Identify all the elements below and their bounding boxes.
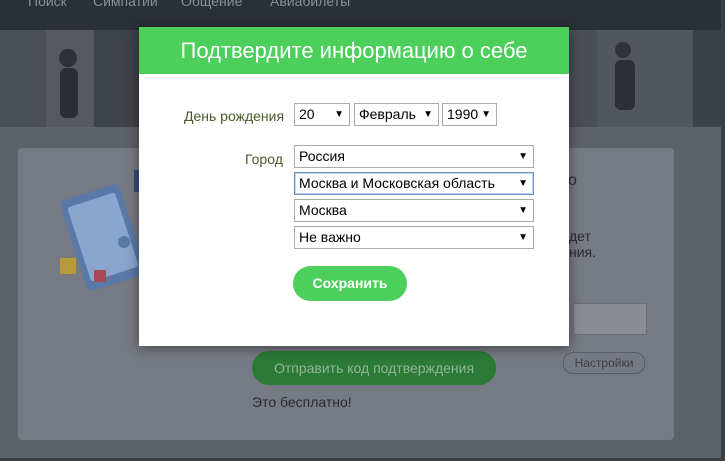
region-value: Москва и Московская область [299,175,495,191]
region-select[interactable]: Москва и Московская область ▼ [294,172,534,195]
nav-flights[interactable]: Авиабилеты [270,0,350,9]
district-select[interactable]: Не важно ▼ [294,226,534,249]
city-label: Город [245,151,283,167]
nav-likes[interactable]: Симпатии [93,0,158,9]
triangle-down-icon: ▼ [518,232,528,243]
month-value: Февраль [359,106,416,122]
window-edge [721,0,725,461]
city-select[interactable]: Москва ▼ [294,199,534,222]
profile-photo[interactable] [597,30,693,127]
country-select[interactable]: Россия ▼ [294,145,534,168]
triangle-down-icon: ▼ [423,109,433,120]
phone-code-input[interactable] [573,303,647,335]
nav-messages[interactable]: Общение [181,0,242,9]
triangle-down-icon: ▼ [334,109,344,120]
year-value: 1990 [447,106,479,122]
top-navigation: Поиск Симпатии Общение Авиабилеты [0,0,725,30]
profile-photo[interactable] [569,30,597,127]
save-button[interactable]: Сохранить [293,266,407,301]
triangle-down-icon: ▼ [481,109,491,120]
profile-photo[interactable] [0,30,46,127]
profile-photo[interactable] [46,30,94,127]
month-select[interactable]: Февраль ▼ [354,103,439,126]
triangle-down-icon: ▼ [518,151,528,162]
free-note: Это бесплатно! [252,394,352,410]
bg-text-fragment: ния. [569,244,597,260]
country-value: Россия [299,148,345,164]
bg-text-fragment: дет [569,228,591,244]
modal-title: Подтвердите информацию о себе [139,27,569,74]
year-select[interactable]: 1990 ▼ [442,103,497,126]
city-value: Москва [299,202,347,218]
triangle-down-icon: ▼ [518,178,528,189]
district-value: Не важно [299,229,361,245]
phone-illustration-icon [60,170,144,290]
day-select[interactable]: 20 ▼ [294,103,350,126]
settings-button[interactable]: Настройки [563,352,645,374]
confirm-info-modal: Подтвердите информацию о себе День рожде… [139,27,569,346]
triangle-down-icon: ▼ [518,205,528,216]
profile-photo[interactable] [94,30,139,127]
bg-text-fragment: о [568,172,577,189]
person-silhouette-icon [59,49,78,118]
person-silhouette-icon [615,42,635,110]
day-value: 20 [299,106,315,122]
birthday-label: День рождения [184,108,285,124]
send-code-button[interactable]: Отправить код подтверждения [252,351,496,385]
nav-search[interactable]: Поиск [28,0,67,9]
